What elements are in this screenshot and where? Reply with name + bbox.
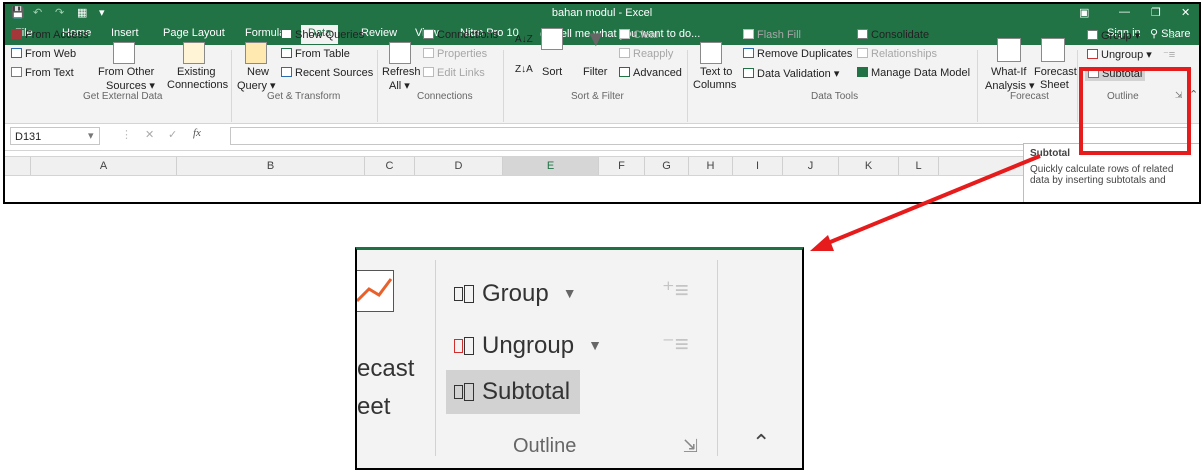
ungroup-dropdown-icon: ▼	[588, 337, 602, 353]
forecast-zoom-label-1: ecast	[357, 355, 415, 382]
dialog-launcher-zoom-icon[interactable]: ⇲	[683, 436, 698, 457]
group-dropdown-icon: ▼	[562, 285, 577, 301]
show-detail-zoom-icon[interactable]: ⁺≡	[662, 276, 689, 305]
outline-zoom-inset: ecast eet Group ▼ Ungroup ▼ Subtotal ⁺≡ ⁻≡…	[355, 247, 804, 470]
ungroup-zoom-icon	[454, 337, 474, 355]
forecast-sheet-zoom-icon	[357, 270, 394, 312]
outline-zoom-label: Outline	[513, 435, 577, 457]
subtotal-zoom-icon	[454, 383, 474, 401]
ungroup-zoom-label: Ungroup	[482, 332, 575, 359]
forecast-zoom-label-2: eet	[357, 393, 391, 420]
collapse-ribbon-zoom-icon[interactable]: ⌃	[752, 430, 770, 456]
subtotal-zoom-label: Subtotal	[482, 378, 571, 405]
ribbon-separator	[435, 260, 436, 456]
ribbon-separator	[717, 260, 718, 456]
hide-detail-zoom-icon[interactable]: ⁻≡	[662, 330, 689, 359]
group-zoom-label: Group	[482, 280, 549, 307]
ungroup-zoom-button[interactable]: Ungroup ▼	[454, 332, 602, 360]
group-zoom-icon	[454, 285, 474, 303]
group-zoom-button[interactable]: Group ▼	[454, 280, 577, 308]
subtotal-zoom-button[interactable]: Subtotal	[446, 370, 581, 414]
